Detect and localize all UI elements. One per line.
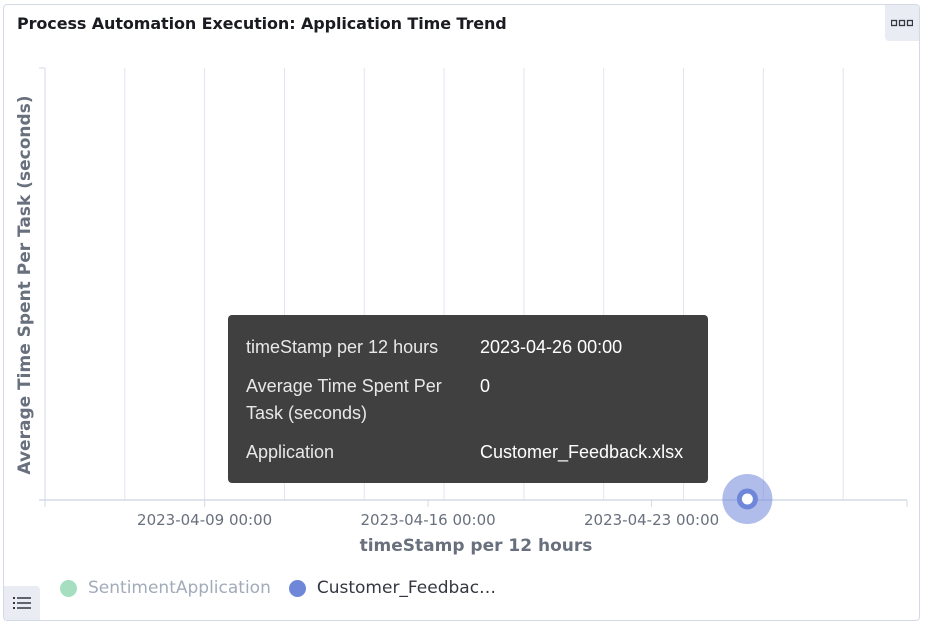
tooltip: timeStamp per 12 hours 2023-04-26 00:00 … bbox=[228, 315, 708, 483]
x-tick-label: 2023-04-16 00:00 bbox=[361, 511, 496, 529]
tooltip-value: 0 bbox=[480, 376, 491, 396]
tooltip-value: 2023-04-26 00:00 bbox=[480, 337, 623, 357]
tooltip-key: timeStamp per 12 hours bbox=[246, 337, 439, 357]
legend-item[interactable]: Customer_Feedbac… bbox=[288, 578, 497, 598]
tooltip-value: Customer_Feedback.xlsx bbox=[480, 442, 684, 462]
legend-label: Customer_Feedbac… bbox=[316, 578, 497, 598]
tooltip-key: Average Time Spent Per Task (seconds) bbox=[246, 376, 442, 423]
data-point bbox=[736, 488, 758, 510]
legend: SentimentApplication Customer_Feedbac… bbox=[60, 578, 514, 598]
legend-label: SentimentApplication bbox=[88, 578, 271, 598]
x-tick-label: 2023-04-23 00:00 bbox=[584, 511, 719, 529]
x-tick-label: 2023-04-09 00:00 bbox=[137, 511, 272, 529]
chart-area: 2023-04-09 00:00 2023-04-16 00:00 2023-04-… bbox=[15, 67, 908, 556]
tooltip-key: Application bbox=[246, 442, 335, 462]
legend-item[interactable]: SentimentApplication bbox=[60, 578, 271, 598]
x-axis-label: timeStamp per 12 hours bbox=[360, 536, 593, 556]
y-axis-label: Average Time Spent Per Task (seconds) bbox=[15, 95, 35, 474]
legend-color-dot bbox=[288, 579, 306, 597]
data-points bbox=[722, 474, 773, 524]
legend-color-dot bbox=[60, 579, 77, 597]
